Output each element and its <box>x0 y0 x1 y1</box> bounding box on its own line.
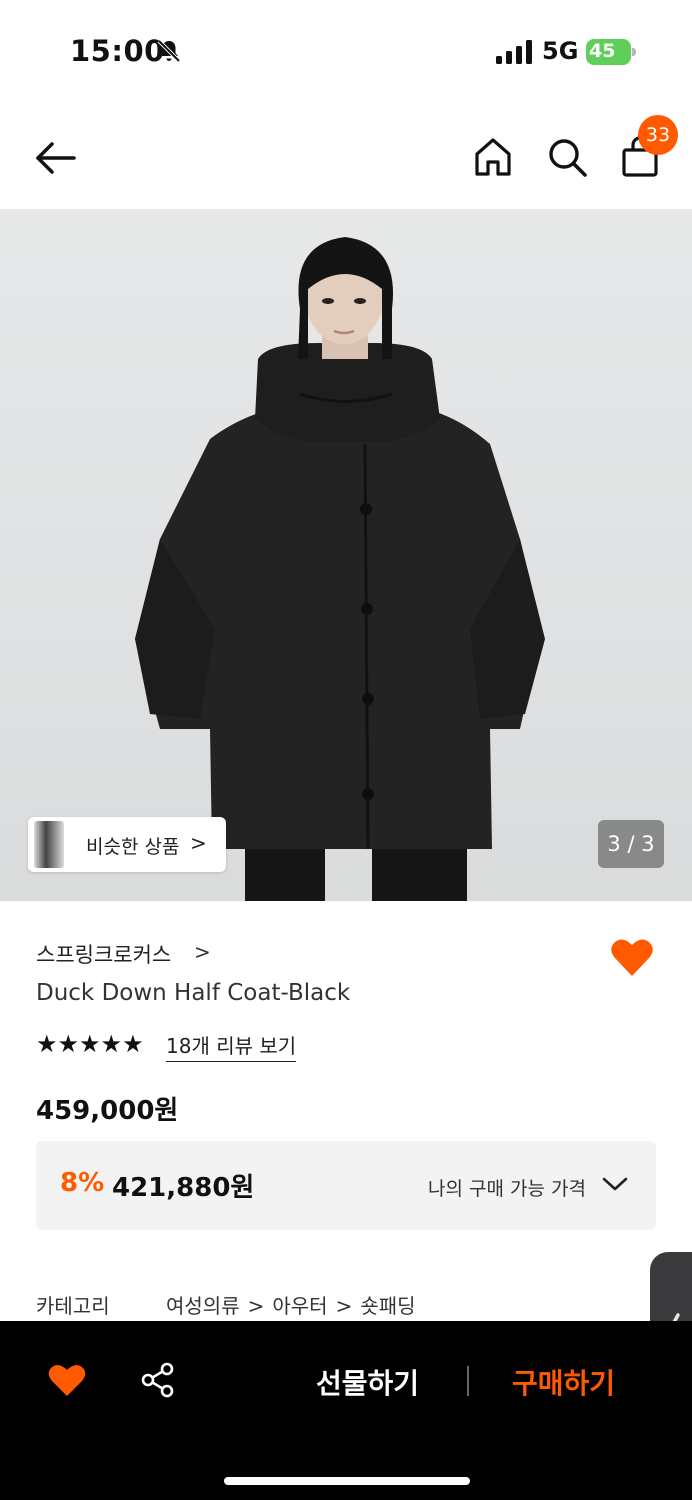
similar-product-thumbnail <box>34 821 64 868</box>
breadcrumb-separator: > <box>247 1294 265 1318</box>
status-bar: 15:00 5G 45 <box>0 0 692 100</box>
image-page-indicator: 3 / 3 <box>598 820 664 868</box>
buy-button[interactable]: 구매하기 <box>512 1362 615 1402</box>
bell-slash-icon <box>157 39 181 63</box>
battery-icon: 45 <box>586 39 636 65</box>
product-image[interactable] <box>0 209 692 901</box>
heart-icon[interactable] <box>48 1362 86 1398</box>
search-icon[interactable] <box>546 136 588 178</box>
home-icon[interactable] <box>473 136 513 178</box>
cart-count-badge[interactable]: 33 <box>638 115 678 155</box>
my-price-label: 나의 구매 가능 가격 <box>428 1178 586 1200</box>
model-photo <box>135 237 545 901</box>
share-icon[interactable] <box>140 1362 176 1398</box>
rating-stars: ★★★★★ <box>36 1030 144 1058</box>
brand-link[interactable]: 스프링크로커스 <box>36 939 171 969</box>
category-item[interactable]: 아우터 <box>272 1290 327 1319</box>
bottom-action-bar <box>0 1321 692 1500</box>
category-label: 카테고리 <box>36 1294 110 1318</box>
product-title: Duck Down Half Coat-Black <box>36 980 351 1006</box>
home-indicator <box>224 1477 470 1485</box>
original-price: 459,000원 <box>36 1096 179 1126</box>
divider <box>467 1366 469 1396</box>
network-type: 5G <box>542 37 579 65</box>
category-item[interactable]: 숏패딩 <box>360 1290 415 1319</box>
signal-icon <box>496 40 532 64</box>
category-item[interactable]: 여성의류 <box>166 1290 240 1319</box>
gift-button[interactable]: 선물하기 <box>316 1362 419 1402</box>
discount-rate: 8% <box>60 1168 105 1198</box>
back-arrow-icon[interactable] <box>34 138 78 178</box>
similar-products-label: 비슷한 상품 <box>86 836 180 858</box>
similar-products-button[interactable]: 비슷한 상품 > <box>28 817 226 872</box>
brand-chevron-icon[interactable]: > <box>194 940 211 964</box>
top-nav <box>0 108 692 208</box>
battery-level: 45 <box>589 40 616 62</box>
category-breadcrumb: 여성의류 > 아우터 > 숏패딩 <box>166 1290 416 1319</box>
chevron-down-icon[interactable] <box>602 1175 628 1193</box>
reviews-link[interactable]: 18개 리뷰 보기 <box>166 1030 297 1062</box>
my-price-box[interactable]: 8% 421,880원 나의 구매 가능 가격 <box>36 1141 656 1230</box>
status-time: 15:00 <box>70 34 165 68</box>
chevron-right-icon: > <box>190 831 207 855</box>
breadcrumb-separator: > <box>335 1294 353 1318</box>
discount-price: 421,880원 <box>112 1173 255 1203</box>
heart-icon[interactable] <box>610 936 654 978</box>
